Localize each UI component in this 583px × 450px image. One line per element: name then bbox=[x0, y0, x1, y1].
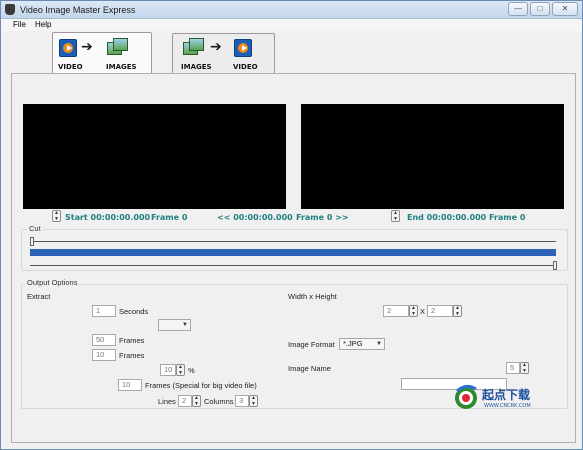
image-name-label: Image Name bbox=[288, 364, 331, 373]
special-frames-input[interactable]: 10 bbox=[118, 379, 142, 391]
image-format-label: Image Format bbox=[288, 340, 335, 349]
columns-input[interactable]: 3 bbox=[235, 395, 249, 407]
end-preview-screen bbox=[301, 104, 564, 209]
image-format-dropdown[interactable]: *.JPG ▼ bbox=[339, 338, 385, 350]
window-title: Video Image Master Express bbox=[20, 5, 136, 15]
current-frame-label: Frame 0 >> bbox=[296, 213, 349, 222]
percent-spinner[interactable] bbox=[176, 364, 185, 376]
width-spinner[interactable] bbox=[409, 305, 418, 317]
cut-range-bar[interactable] bbox=[30, 249, 556, 256]
current-time-label: << 00:00:00.000 bbox=[217, 213, 293, 222]
frames-label-1: Frames bbox=[119, 336, 145, 345]
watermark-logo: 起点下载 WWW.CNCRK.COM bbox=[452, 383, 552, 417]
arrow-right-icon: ➔ bbox=[210, 39, 222, 55]
seconds-label: Seconds bbox=[119, 307, 149, 316]
main-panel: Start 00:00:00.000 Frame 0 << 00:00:00.0… bbox=[11, 73, 576, 443]
image-format-value: *.JPG bbox=[343, 339, 363, 348]
start-time-label: Start 00:00:00.000 bbox=[65, 213, 151, 222]
columns-label: Columns bbox=[204, 397, 234, 406]
width-input[interactable]: 2 bbox=[383, 305, 409, 317]
image-name-count-input[interactable]: 5 bbox=[506, 362, 520, 374]
extract-label: Extract bbox=[27, 292, 51, 301]
tab-images-to-video[interactable]: ➔ IMAGES VIDEO bbox=[172, 33, 275, 73]
images-icon bbox=[183, 38, 205, 57]
x-separator-label: X bbox=[420, 307, 426, 316]
cut-end-handle[interactable] bbox=[553, 261, 557, 270]
arrow-right-icon: ➔ bbox=[81, 39, 93, 55]
lines-label: Lines bbox=[158, 397, 176, 406]
minimize-button[interactable]: — bbox=[508, 2, 528, 16]
tab-video-to-images[interactable]: ➔ VIDEO IMAGES bbox=[52, 32, 152, 74]
frames-input-1[interactable]: 50 bbox=[92, 334, 116, 346]
lines-input[interactable]: 2 bbox=[178, 395, 192, 407]
columns-spinner[interactable] bbox=[249, 395, 258, 407]
main-window: Video Image Master Express — □ ✕ File He… bbox=[0, 0, 583, 450]
cut-start-handle[interactable] bbox=[30, 237, 34, 246]
cut-label: Cut bbox=[27, 224, 43, 233]
chevron-down-icon: ▼ bbox=[182, 322, 188, 328]
start-frame-spinner[interactable] bbox=[52, 210, 61, 222]
percent-label: % bbox=[188, 366, 195, 375]
seconds-unit-dropdown[interactable]: ▼ bbox=[158, 319, 191, 331]
start-frame-label: Frame 0 bbox=[151, 213, 188, 222]
end-frame-label: Frame 0 bbox=[489, 213, 526, 222]
lines-spinner[interactable] bbox=[192, 395, 201, 407]
watermark-text: 起点下载 bbox=[482, 388, 531, 402]
tab-label-video: VIDEO bbox=[233, 63, 258, 71]
chevron-down-icon: ▼ bbox=[376, 341, 382, 347]
app-icon bbox=[5, 4, 15, 15]
menu-bar: File Help bbox=[1, 19, 582, 31]
title-bar: Video Image Master Express — □ ✕ bbox=[1, 1, 582, 19]
height-spinner[interactable] bbox=[453, 305, 462, 317]
tab-label-images: IMAGES bbox=[106, 63, 137, 71]
cut-end-track bbox=[30, 265, 556, 266]
maximize-button[interactable]: □ bbox=[530, 2, 550, 16]
end-frame-spinner[interactable] bbox=[391, 210, 400, 222]
video-icon bbox=[234, 39, 252, 57]
close-button[interactable]: ✕ bbox=[552, 2, 578, 16]
tab-label-video: VIDEO bbox=[58, 63, 83, 71]
watermark-subtext: WWW.CNCRK.COM bbox=[484, 403, 531, 409]
percent-input[interactable]: 10 bbox=[160, 364, 176, 376]
special-frames-label: Frames (Special for big video file) bbox=[145, 381, 257, 390]
tab-label-images: IMAGES bbox=[181, 63, 212, 71]
start-preview-screen bbox=[23, 104, 286, 209]
height-input[interactable]: 2 bbox=[427, 305, 453, 317]
cut-start-track bbox=[30, 241, 556, 242]
output-options-label: Output Options bbox=[25, 278, 80, 287]
menu-help[interactable]: Help bbox=[35, 20, 51, 29]
image-name-count-spinner[interactable] bbox=[520, 362, 529, 374]
images-icon bbox=[107, 38, 129, 57]
menu-file[interactable]: File bbox=[13, 20, 26, 29]
seconds-input[interactable]: 1 bbox=[92, 305, 116, 317]
video-icon bbox=[59, 39, 77, 57]
end-time-label: End 00:00:00.000 bbox=[407, 213, 487, 222]
frames-label-2: Frames bbox=[119, 351, 145, 360]
width-height-label: Width x Height bbox=[288, 292, 337, 301]
frames-input-2[interactable]: 10 bbox=[92, 349, 116, 361]
